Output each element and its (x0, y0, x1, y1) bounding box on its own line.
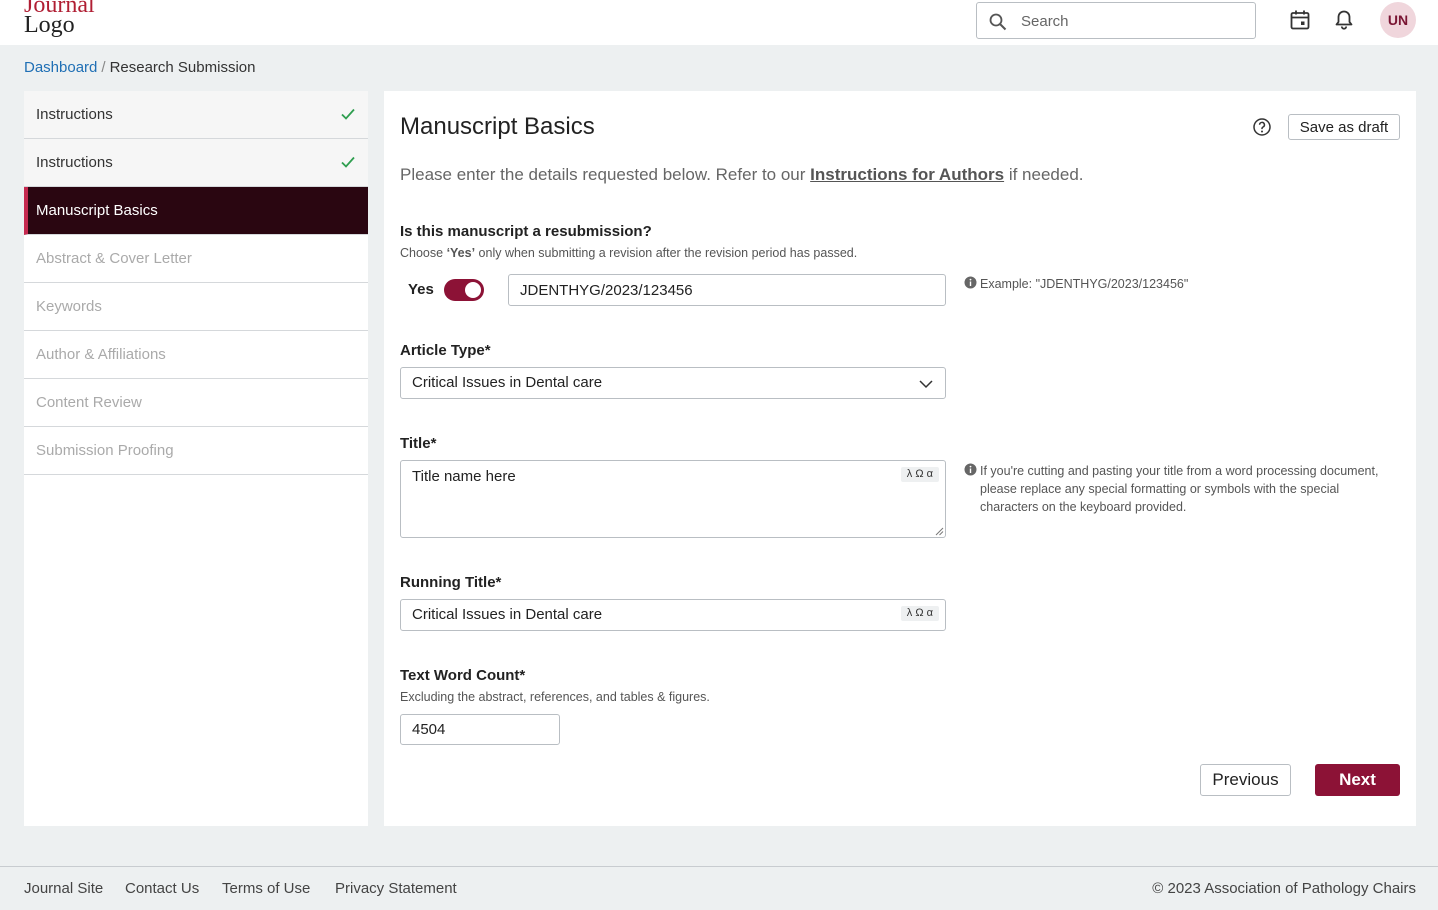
intro-text: Please enter the details requested below… (400, 165, 1084, 185)
sidebar-item-author-affiliations[interactable]: Author & Affiliations (24, 331, 368, 379)
previous-button[interactable]: Previous (1200, 764, 1291, 796)
page-title: Manuscript Basics (400, 113, 595, 140)
resubmission-subtext: Choose ‘Yes’ only when submitting a revi… (400, 246, 857, 260)
hint-text: If you're cutting and pasting your title… (980, 464, 1379, 514)
sidebar-item-label: Manuscript Basics (36, 202, 158, 219)
sidebar-item-instructions-2[interactable]: Instructions (24, 139, 368, 187)
check-icon (341, 108, 355, 120)
intro-suffix: if needed. (1004, 165, 1084, 184)
step-sidebar: Instructions Instructions Manuscript Bas… (24, 91, 368, 826)
resubmission-label: Is this manuscript a resubmission? (400, 223, 652, 240)
special-characters-button[interactable]: λ Ω α (900, 467, 939, 482)
breadcrumb-dashboard-link[interactable]: Dashboard (24, 59, 97, 76)
resubmission-sub-emphasis: ‘Yes’ (446, 246, 476, 260)
sidebar-item-submission-proofing[interactable]: Submission Proofing (24, 427, 368, 475)
instructions-for-authors-link[interactable]: Instructions for Authors (810, 165, 1004, 184)
help-icon[interactable] (1252, 117, 1272, 137)
save-as-draft-button[interactable]: Save as draft (1288, 114, 1400, 140)
resubmission-toggle[interactable] (444, 279, 484, 301)
running-title-label: Running Title* (400, 574, 502, 591)
search-icon (989, 13, 1007, 31)
manuscript-number-input[interactable] (508, 274, 946, 306)
word-count-input[interactable] (400, 714, 560, 745)
footer: Journal Site Contact Us Terms of Use Pri… (0, 866, 1438, 910)
resubmission-sub-suffix: only when submitting a revision after th… (475, 246, 858, 260)
manuscript-number-hint: Example: "JDENTHYG/2023/123456" (964, 275, 1384, 293)
info-icon (964, 463, 977, 476)
title-value: Title name here (412, 468, 516, 485)
article-type-value: Critical Issues in Dental care (412, 374, 603, 391)
sidebar-item-label: Keywords (36, 298, 102, 315)
avatar[interactable]: UN (1380, 2, 1416, 38)
chevron-down-icon (919, 380, 933, 389)
breadcrumb: Dashboard / Research Submission (24, 59, 255, 76)
sidebar-item-manuscript-basics[interactable]: Manuscript Basics (24, 187, 368, 235)
word-count-subtext: Excluding the abstract, references, and … (400, 690, 710, 704)
sidebar-item-label: Content Review (36, 394, 142, 411)
info-icon (964, 276, 977, 289)
calendar-icon[interactable] (1289, 9, 1311, 31)
breadcrumb-current: Research Submission (109, 59, 256, 76)
sidebar-item-label: Abstract & Cover Letter (36, 250, 192, 267)
search-box[interactable] (976, 2, 1256, 39)
sidebar-item-label: Instructions (36, 154, 113, 171)
intro-prefix: Please enter the details requested below… (400, 165, 811, 184)
journal-logo[interactable]: Journal Logo (24, 0, 95, 38)
footer-link-contact-us[interactable]: Contact Us (125, 880, 199, 897)
special-characters-button[interactable]: λ Ω α (900, 606, 939, 621)
sidebar-item-label: Instructions (36, 106, 113, 123)
logo-line2: Logo (24, 12, 75, 38)
toggle-knob (465, 282, 481, 298)
resize-handle-icon[interactable] (935, 527, 944, 536)
check-icon (341, 156, 355, 168)
sidebar-item-label: Author & Affiliations (36, 346, 166, 363)
article-type-label: Article Type* (400, 342, 491, 359)
next-button[interactable]: Next (1315, 764, 1400, 796)
resubmission-toggle-label: Yes (408, 281, 434, 298)
hint-text: Example: "JDENTHYG/2023/123456" (980, 277, 1189, 291)
sidebar-item-content-review[interactable]: Content Review (24, 379, 368, 427)
title-textarea[interactable]: Title name here λ Ω α (400, 460, 946, 538)
sidebar-item-instructions[interactable]: Instructions (24, 91, 368, 139)
manuscript-basics-form: Manuscript Basics Save as draft Please e… (384, 91, 1416, 826)
word-count-label: Text Word Count* (400, 667, 526, 684)
running-title-input[interactable]: Critical Issues in Dental care λ Ω α (400, 599, 946, 631)
title-hint: If you're cutting and pasting your title… (964, 462, 1384, 516)
footer-link-terms-of-use[interactable]: Terms of Use (222, 880, 310, 897)
running-title-value: Critical Issues in Dental care (412, 606, 603, 623)
breadcrumb-separator: / (101, 59, 106, 76)
sidebar-item-abstract-cover-letter[interactable]: Abstract & Cover Letter (24, 235, 368, 283)
sidebar-item-label: Submission Proofing (36, 442, 174, 459)
search-input[interactable] (1021, 9, 1241, 33)
copyright: © 2023 Association of Pathology Chairs (1152, 880, 1416, 897)
sidebar-item-keywords[interactable]: Keywords (24, 283, 368, 331)
top-bar: Journal Logo UN (0, 0, 1438, 45)
footer-link-journal-site[interactable]: Journal Site (24, 880, 103, 897)
title-label: Title* (400, 435, 437, 452)
resubmission-sub-prefix: Choose (400, 246, 447, 260)
article-type-select[interactable]: Critical Issues in Dental care (400, 367, 946, 399)
bell-icon[interactable] (1333, 9, 1355, 31)
footer-link-privacy-statement[interactable]: Privacy Statement (335, 880, 457, 897)
